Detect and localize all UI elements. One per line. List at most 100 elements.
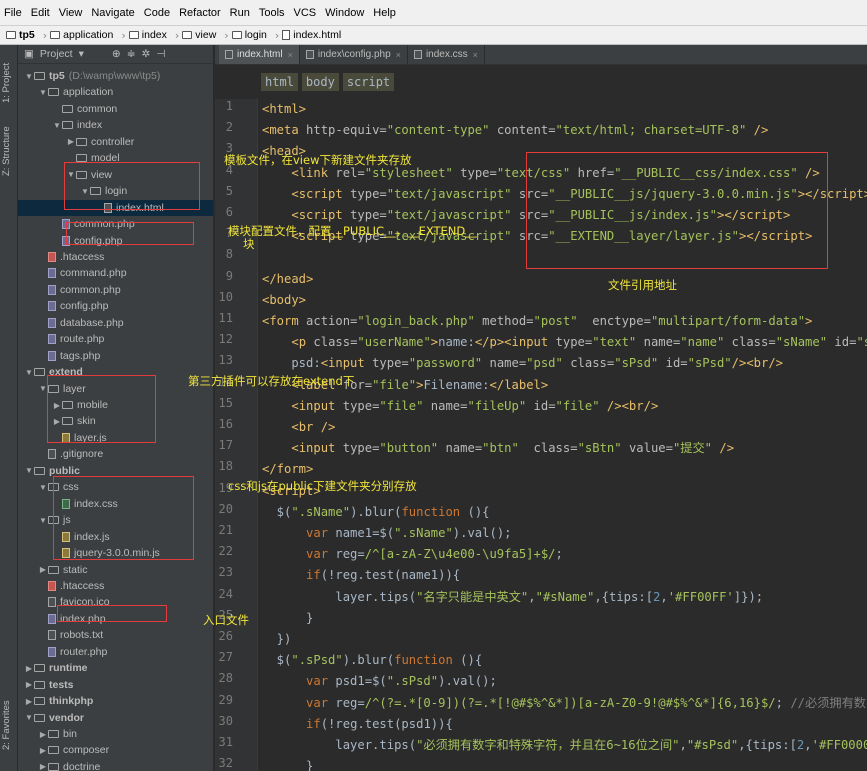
tree-item[interactable]: ▶ doctrine [18, 759, 213, 771]
tree-item[interactable]: common [18, 101, 213, 117]
code-line[interactable]: if(!reg.test(psd1)){ [262, 714, 453, 735]
tree-item[interactable]: common.php [18, 282, 213, 298]
tree-item[interactable]: ▼ view [18, 167, 213, 183]
code-line[interactable]: } [262, 608, 313, 629]
code-line[interactable]: <input type="file" name="fileUp" id="fil… [262, 396, 658, 417]
tree-item[interactable]: config.php [18, 233, 213, 249]
tree-item[interactable]: index.html [18, 199, 213, 216]
code-breadcrumb-body[interactable]: body [301, 73, 339, 91]
structure-tool-tab[interactable]: Z: Structure [1, 121, 17, 181]
editor-tab[interactable]: index.html × [219, 45, 300, 64]
chevron-right-icon[interactable]: ▶ [38, 730, 48, 739]
chevron-down-icon[interactable]: ▼ [24, 466, 34, 475]
tree-item[interactable]: ▼ layer [18, 381, 213, 397]
code-breadcrumb-html[interactable]: html [261, 73, 298, 91]
tree-item[interactable]: ▼ extend [18, 364, 213, 380]
code-line[interactable]: <body> [262, 290, 306, 311]
nav-crumb-1[interactable]: application [50, 29, 113, 41]
code-editor[interactable]: <html> <meta http-equiv="content-type" co… [262, 99, 867, 771]
code-line[interactable]: if(!reg.test(name1)){ [262, 565, 460, 586]
chevron-right-icon[interactable]: ▶ [38, 762, 48, 771]
tree-item[interactable]: ▶ tests [18, 677, 213, 693]
tree-item[interactable]: index.js [18, 529, 213, 545]
code-line[interactable]: </head> [262, 269, 313, 290]
hide-icon[interactable]: ⊣ [156, 48, 165, 60]
chevron-down-icon[interactable]: ▼ [24, 713, 34, 722]
tree-item[interactable]: config.php [18, 298, 213, 314]
chevron-down-icon[interactable]: ▼ [38, 516, 48, 525]
menu-item-file[interactable]: File [4, 7, 22, 19]
code-line[interactable]: <script type="text/javascript" src="__PU… [262, 184, 867, 205]
tree-item[interactable]: ▶ runtime [18, 660, 213, 676]
menu-item-navigate[interactable]: Navigate [91, 7, 134, 19]
nav-crumb-5[interactable]: index.html [282, 29, 341, 41]
tree-item[interactable]: ▶ composer [18, 742, 213, 758]
code-line[interactable]: var reg=/^(?=.*[0-9])(?=.*[!@#$%^&*])[a-… [262, 693, 867, 714]
tree-item[interactable]: .gitignore [18, 446, 213, 462]
tree-item[interactable]: ▶ skin [18, 413, 213, 429]
menu-item-window[interactable]: Window [325, 7, 364, 19]
tree-item[interactable]: jquery-3.0.0.min.js [18, 545, 213, 561]
chevron-down-icon[interactable]: ▼ [38, 88, 48, 97]
code-line[interactable]: }) [262, 629, 292, 650]
code-line[interactable]: <meta http-equiv="content-type" content=… [262, 120, 768, 141]
code-line[interactable]: var name1=$(".sName").val(); [262, 523, 511, 544]
collapse-icon[interactable]: ≑ [127, 48, 136, 60]
tree-item[interactable]: ▼ index [18, 117, 213, 133]
tree-item[interactable]: layer.js [18, 430, 213, 446]
code-line[interactable]: var psd1=$(".sPsd").val(); [262, 671, 497, 692]
tree-item[interactable]: route.php [18, 331, 213, 347]
tree-item[interactable]: tags.php [18, 348, 213, 364]
project-panel-title[interactable]: Project [40, 48, 73, 60]
tree-item[interactable]: index.css [18, 496, 213, 512]
code-line[interactable]: <form action="login_back.php" method="po… [262, 311, 812, 332]
favorites-tool-tab[interactable]: 2: Favorites [1, 695, 17, 755]
tree-item[interactable]: ▼ js [18, 512, 213, 528]
chevron-right-icon[interactable]: ▶ [66, 137, 76, 146]
chevron-right-icon[interactable]: ▶ [38, 565, 48, 574]
menu-item-edit[interactable]: Edit [31, 7, 50, 19]
menu-item-run[interactable]: Run [230, 7, 250, 19]
tree-item[interactable]: database.php [18, 315, 213, 331]
tree-item[interactable]: command.php [18, 265, 213, 281]
tree-item[interactable]: index.php [18, 611, 213, 627]
code-line[interactable]: var reg=/^[a-zA-Z\u4e00-\u9fa5]+$/; [262, 544, 563, 565]
code-line[interactable]: <input type="button" name="btn" class="s… [262, 438, 734, 459]
code-line[interactable]: } [262, 756, 313, 771]
tree-item[interactable]: ▼ tp5 (D:\wamp\www\tp5) [18, 68, 213, 84]
tree-item[interactable]: router.php [18, 644, 213, 660]
chevron-down-icon[interactable]: ▼ [24, 72, 34, 81]
sync-icon[interactable]: ⊕ [112, 48, 121, 60]
chevron-right-icon[interactable]: ▶ [52, 417, 62, 426]
chevron-right-icon[interactable]: ▶ [24, 664, 34, 673]
menu-item-refactor[interactable]: Refactor [179, 7, 221, 19]
tree-item[interactable]: .htaccess [18, 249, 213, 265]
code-line[interactable]: psd:<input type="password" name="psd" cl… [262, 353, 783, 374]
code-line[interactable]: $(".sName").blur(function (){ [262, 502, 490, 523]
nav-crumb-3[interactable]: view [182, 29, 216, 41]
nav-crumb-0[interactable]: tp5 [6, 29, 35, 41]
chevron-down-icon[interactable]: ▼ [24, 368, 34, 377]
code-line[interactable]: <p class="userName">name:</p><input type… [262, 332, 867, 353]
chevron-right-icon[interactable]: ▶ [24, 697, 34, 706]
tree-item[interactable]: ▼ login [18, 183, 213, 199]
menu-item-view[interactable]: View [59, 7, 83, 19]
tree-item[interactable]: ▶ thinkphp [18, 693, 213, 709]
tree-item[interactable]: model [18, 150, 213, 166]
project-tool-tab[interactable]: 1: Project [1, 53, 17, 113]
tree-item[interactable]: favicon.ico [18, 594, 213, 610]
code-breadcrumb-script[interactable]: script [342, 73, 395, 91]
code-line[interactable]: layer.tips("名字只能是中英文","#sName",{tips:[2,… [262, 587, 763, 608]
chevron-down-icon[interactable]: ▾ [79, 48, 84, 60]
tree-item[interactable]: robots.txt [18, 627, 213, 643]
chevron-right-icon[interactable]: ▶ [38, 746, 48, 755]
tree-item[interactable]: ▶ static [18, 562, 213, 578]
close-icon[interactable]: × [473, 50, 478, 60]
gear-icon[interactable]: ✲ [142, 48, 151, 60]
chevron-right-icon[interactable]: ▶ [24, 680, 34, 689]
close-icon[interactable]: × [396, 50, 401, 60]
chevron-down-icon[interactable]: ▼ [52, 121, 62, 130]
chevron-down-icon[interactable]: ▼ [80, 187, 90, 196]
tree-item[interactable]: ▼ css [18, 479, 213, 495]
chevron-down-icon[interactable]: ▼ [38, 483, 48, 492]
